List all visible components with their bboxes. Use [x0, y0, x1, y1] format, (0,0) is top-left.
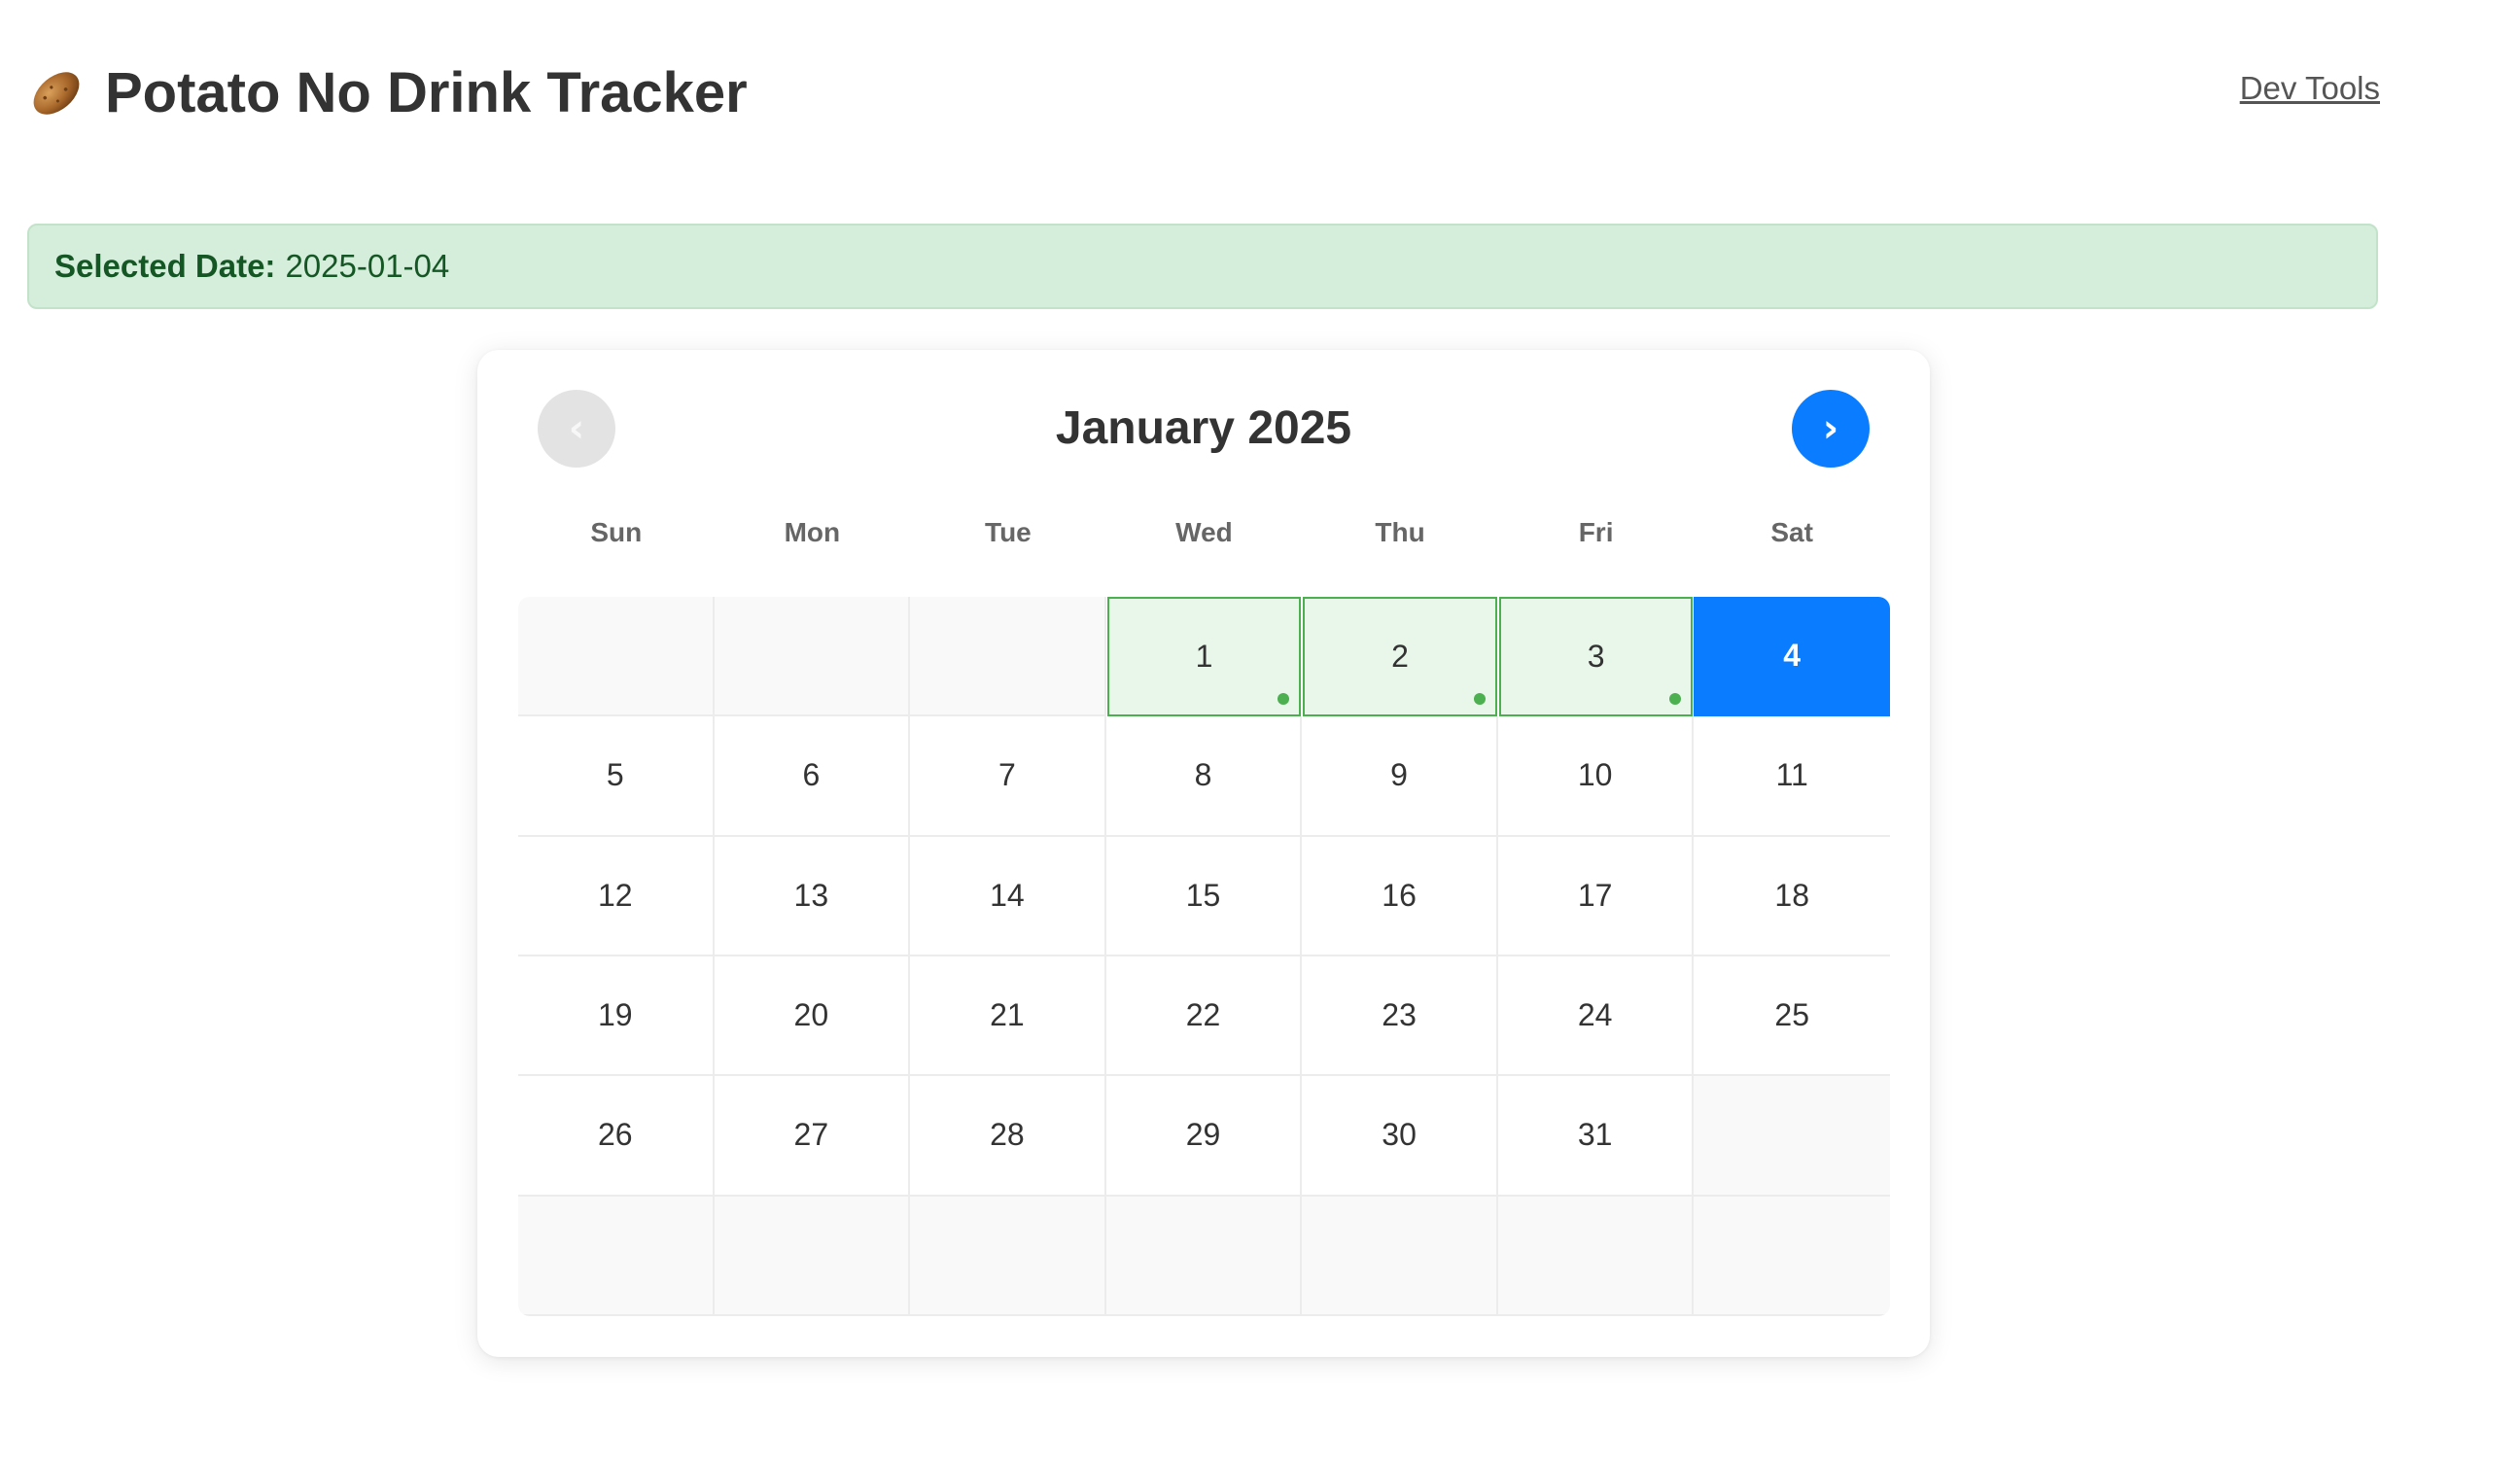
day-number: 5	[606, 757, 624, 793]
day-cell-30[interactable]: 30	[1302, 1076, 1498, 1197]
day-cell-31[interactable]: 31	[1497, 1076, 1695, 1197]
weekday-wed: Wed	[1175, 517, 1233, 547]
day-number: 14	[990, 877, 1025, 913]
calendar: ‹ January 2025 › Sun Mon Tue Wed Thu Fri…	[477, 350, 1930, 1357]
day-number: 3	[1587, 639, 1605, 675]
day-number: 16	[1382, 877, 1417, 913]
day-number: 8	[1194, 757, 1212, 793]
day-number: 28	[990, 1117, 1025, 1153]
selected-date-label: Selected Date:	[54, 248, 276, 284]
day-cell-9[interactable]: 9	[1302, 716, 1498, 837]
day-cell-11[interactable]: 11	[1694, 716, 1890, 837]
empty-day-cell	[1105, 1196, 1303, 1316]
day-cell-20[interactable]: 20	[714, 956, 911, 1077]
day-cell-7[interactable]: 7	[910, 716, 1106, 837]
day-cell-15[interactable]: 15	[1105, 836, 1303, 956]
day-cell-2[interactable]: 2	[1303, 597, 1497, 717]
empty-day-cell	[1694, 1076, 1890, 1197]
day-cell-3[interactable]: 3	[1498, 597, 1694, 717]
empty-day-cell	[714, 597, 911, 717]
day-number: 11	[1775, 757, 1808, 793]
day-cell-14[interactable]: 14	[910, 836, 1106, 956]
day-number: 27	[793, 1117, 829, 1153]
day-cell-22[interactable]: 22	[1105, 956, 1303, 1077]
day-cell-17[interactable]: 17	[1497, 836, 1695, 956]
app-header: Potato No Drink Tracker Dev Tools	[27, 56, 2380, 130]
day-number: 15	[1185, 877, 1221, 913]
day-number: 2	[1391, 639, 1409, 675]
day-cell-27[interactable]: 27	[714, 1076, 911, 1197]
page-title-text: Potato No Drink Tracker	[105, 61, 748, 124]
page-title: Potato No Drink Tracker	[27, 56, 748, 130]
day-number: 18	[1774, 877, 1809, 913]
day-number: 9	[1390, 757, 1408, 793]
day-cell-18[interactable]: 18	[1694, 836, 1890, 956]
day-number: 12	[597, 877, 633, 913]
month-title: January 2025	[1055, 402, 1352, 454]
day-number: 20	[793, 997, 829, 1033]
day-cell-6[interactable]: 6	[714, 716, 911, 837]
day-cell-1[interactable]: 1	[1106, 597, 1302, 717]
weekday-thu: Thu	[1375, 517, 1425, 547]
day-cell-23[interactable]: 23	[1302, 956, 1498, 1077]
weekday-mon: Mon	[784, 517, 841, 547]
day-cell-24[interactable]: 24	[1497, 956, 1695, 1077]
weekday-sun: Sun	[590, 517, 643, 547]
day-number: 26	[597, 1117, 633, 1153]
day-number: 23	[1382, 997, 1417, 1033]
day-cell-16[interactable]: 16	[1302, 836, 1498, 956]
day-cell-5[interactable]: 5	[518, 716, 715, 837]
day-cell-13[interactable]: 13	[714, 836, 911, 956]
day-cell-10[interactable]: 10	[1497, 716, 1695, 837]
day-number: 21	[990, 997, 1025, 1033]
empty-day-cell	[910, 1196, 1106, 1316]
tracked-dot-icon	[1669, 693, 1682, 706]
day-number: 29	[1185, 1117, 1221, 1153]
day-cell-4[interactable]: 4	[1694, 597, 1890, 717]
weekday-header-row: Sun Mon Tue Wed Thu Fri Sat	[518, 513, 1890, 552]
tracked-dot-icon	[1473, 693, 1486, 706]
day-grid: 1 2 3 4 5 6 7 8 9 10 11 12 13 14 15 16 17 18 19 20 21 22 23 24 2…	[518, 597, 1890, 1316]
day-cell-8[interactable]: 8	[1105, 716, 1303, 837]
day-number: 30	[1382, 1117, 1417, 1153]
empty-day-cell	[714, 1196, 911, 1316]
weekday-fri: Fri	[1578, 517, 1614, 547]
calendar-header: ‹ January 2025 ›	[538, 390, 1870, 468]
tracked-dot-icon	[1278, 693, 1290, 706]
day-cell-29[interactable]: 29	[1105, 1076, 1303, 1197]
day-cell-19[interactable]: 19	[518, 956, 715, 1077]
empty-day-cell	[518, 597, 715, 717]
day-number: 1	[1195, 639, 1213, 675]
day-number: 25	[1774, 997, 1809, 1033]
empty-day-cell	[910, 597, 1106, 717]
dev-tools-link[interactable]: Dev Tools	[2240, 70, 2380, 107]
day-number: 24	[1577, 997, 1613, 1033]
day-cell-25[interactable]: 25	[1694, 956, 1890, 1077]
weekday-tue: Tue	[985, 517, 1032, 547]
weekday-sat: Sat	[1770, 517, 1813, 547]
next-month-button[interactable]: ›	[1792, 390, 1870, 468]
selected-date-value: 2025-01-04	[285, 248, 450, 284]
day-number: 4	[1783, 638, 1802, 674]
potato-icon	[27, 64, 86, 122]
empty-day-cell	[1694, 1196, 1890, 1316]
day-number: 7	[998, 757, 1016, 793]
day-cell-28[interactable]: 28	[910, 1076, 1106, 1197]
day-cell-12[interactable]: 12	[518, 836, 715, 956]
empty-day-cell	[518, 1196, 715, 1316]
empty-day-cell	[1302, 1196, 1498, 1316]
day-number: 31	[1577, 1117, 1613, 1153]
selected-date-banner: Selected Date: 2025-01-04	[27, 224, 2378, 309]
day-number: 10	[1577, 757, 1613, 793]
empty-day-cell	[1497, 1196, 1695, 1316]
day-number: 19	[597, 997, 633, 1033]
day-number: 17	[1577, 877, 1613, 913]
day-cell-21[interactable]: 21	[910, 956, 1106, 1077]
day-cell-26[interactable]: 26	[518, 1076, 715, 1197]
day-number: 13	[793, 877, 829, 913]
day-number: 6	[802, 757, 821, 793]
day-number: 22	[1185, 997, 1221, 1033]
